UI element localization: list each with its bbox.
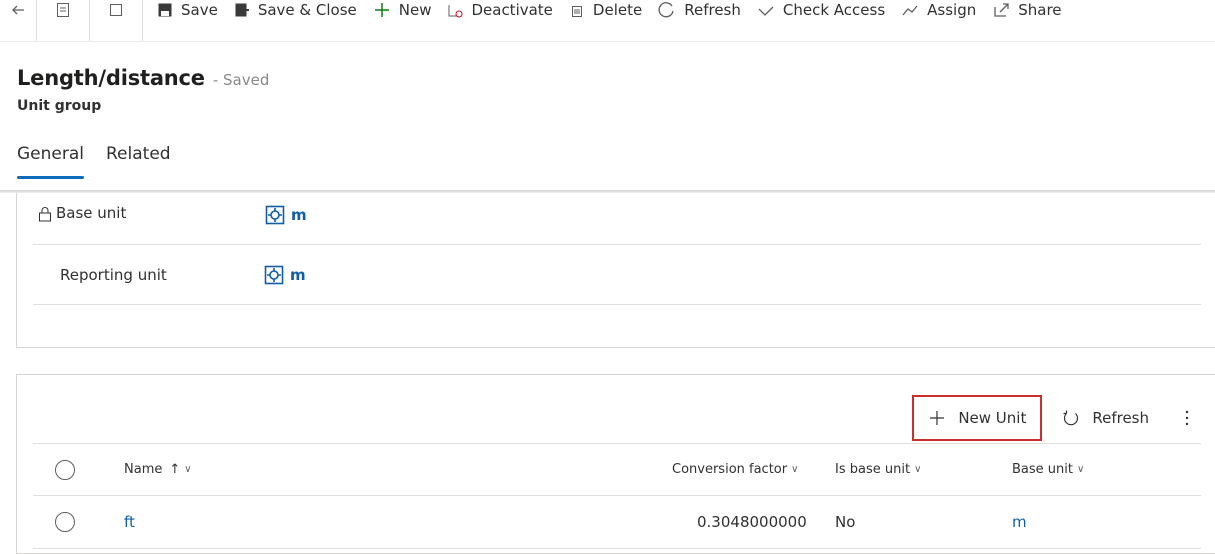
base-unit-header-label: Base unit bbox=[1012, 462, 1073, 477]
back-button[interactable] bbox=[0, 0, 36, 41]
chevron-down-icon: ∨ bbox=[791, 464, 799, 475]
refresh-button[interactable]: Refresh bbox=[650, 0, 749, 31]
reporting-unit-value[interactable]: m bbox=[264, 265, 306, 285]
base-unit-value[interactable]: m bbox=[265, 205, 307, 225]
check-access-label: Check Access bbox=[782, 0, 886, 19]
save-button[interactable]: Save bbox=[149, 0, 226, 31]
save-close-label: Save & Close bbox=[257, 0, 357, 19]
select-all-checkbox[interactable] bbox=[55, 444, 75, 495]
delete-label: Delete bbox=[592, 0, 643, 19]
refresh-label: Refresh bbox=[684, 0, 741, 19]
new-button[interactable]: New bbox=[365, 0, 440, 31]
is-base-unit-header-label: Is base unit bbox=[835, 462, 911, 477]
save-status: - Saved bbox=[212, 71, 270, 89]
share-label: Share bbox=[1018, 0, 1062, 19]
column-header-base-unit[interactable]: Base unit ∨ bbox=[1012, 444, 1084, 495]
conversion-factor-header-label: Conversion factor bbox=[672, 462, 788, 477]
cell-is-base-unit: No bbox=[835, 496, 855, 548]
save-label: Save bbox=[181, 0, 218, 19]
cell-conversion-factor: 0.3048000000 bbox=[697, 496, 807, 548]
assign-button[interactable]: Assign bbox=[893, 0, 984, 31]
save-close-icon bbox=[235, 3, 249, 16]
save-close-button[interactable]: Save & Close bbox=[226, 0, 365, 31]
deactivate-icon bbox=[448, 4, 463, 17]
general-section: Base unit m Reporting unit m bbox=[16, 193, 1215, 348]
tab-general[interactable]: General bbox=[17, 144, 84, 179]
units-subgrid: New Unit Refresh Name ↑ ∨ Conversion fac… bbox=[16, 374, 1215, 554]
cell-base-unit[interactable]: m bbox=[1012, 496, 1027, 548]
subgrid-toolbar: New Unit Refresh bbox=[912, 395, 1197, 441]
chevron-down-icon: ∨ bbox=[1076, 464, 1085, 475]
command-bar: Save Save & Close New Deactivate Delete … bbox=[0, 0, 1215, 42]
share-icon bbox=[994, 2, 1009, 17]
reporting-unit-field: Reporting unit m bbox=[33, 245, 1201, 305]
assign-label: Assign bbox=[927, 0, 977, 19]
plus-icon bbox=[930, 411, 945, 425]
reporting-unit-label-wrap: Reporting unit bbox=[60, 266, 264, 284]
window-icon bbox=[110, 3, 122, 16]
key-icon bbox=[758, 6, 774, 16]
deactivate-label: Deactivate bbox=[471, 0, 553, 19]
new-label: New bbox=[398, 0, 432, 19]
base-unit-link[interactable]: m bbox=[291, 206, 307, 224]
delete-button[interactable]: Delete bbox=[561, 0, 650, 31]
select-all-radio[interactable] bbox=[55, 459, 75, 480]
name-header-label: Name bbox=[124, 462, 163, 477]
record-title: Length/distance bbox=[17, 66, 205, 90]
plus-icon bbox=[374, 2, 389, 17]
back-arrow-icon bbox=[12, 5, 24, 14]
base-unit-field: Base unit m bbox=[33, 193, 1201, 245]
refresh-icon bbox=[1063, 410, 1079, 426]
column-header-is-base-unit[interactable]: Is base unit ∨ bbox=[835, 444, 921, 495]
refresh-icon bbox=[658, 1, 674, 17]
row-select-radio[interactable] bbox=[55, 512, 75, 532]
chevron-down-icon: ∨ bbox=[184, 464, 192, 475]
record-title-row: Length/distance - Saved bbox=[17, 66, 269, 90]
form-icon bbox=[57, 2, 69, 17]
new-unit-label: New Unit bbox=[958, 409, 1027, 427]
form-selector-button[interactable] bbox=[37, 0, 89, 41]
check-access-button[interactable]: Check Access bbox=[749, 0, 893, 31]
is-base-unit-value: No bbox=[835, 513, 856, 531]
divider bbox=[142, 0, 143, 41]
open-in-new-window-button[interactable] bbox=[90, 0, 142, 41]
more-commands-button[interactable] bbox=[1169, 395, 1197, 441]
lock-icon bbox=[39, 206, 51, 221]
share-button[interactable]: Share bbox=[984, 0, 1069, 31]
column-header-name[interactable]: Name ↑ ∨ bbox=[124, 444, 192, 495]
sort-ascending-icon: ↑ bbox=[169, 462, 181, 477]
deactivate-button[interactable]: Deactivate bbox=[439, 0, 560, 31]
entity-name: Unit group bbox=[17, 98, 102, 114]
assign-icon bbox=[902, 5, 918, 15]
new-unit-button[interactable]: New Unit bbox=[912, 395, 1043, 441]
reporting-unit-label: Reporting unit bbox=[60, 265, 167, 284]
cell-name[interactable]: ft bbox=[124, 496, 135, 548]
unit-name-link[interactable]: ft bbox=[124, 513, 135, 531]
column-header-conversion-factor[interactable]: Conversion factor ∨ bbox=[672, 444, 798, 495]
grid-header-row: Name ↑ ∨ Conversion factor ∨ Is base uni… bbox=[33, 443, 1201, 496]
base-unit-label-wrap: Base unit bbox=[38, 204, 264, 222]
reporting-unit-link[interactable]: m bbox=[290, 266, 306, 284]
subgrid-refresh-button[interactable]: Refresh bbox=[1048, 395, 1163, 441]
subgrid-refresh-label: Refresh bbox=[1092, 409, 1149, 427]
trash-icon bbox=[571, 5, 582, 17]
base-unit-link[interactable]: m bbox=[1012, 513, 1027, 531]
table-row[interactable]: ft 0.3048000000 No m bbox=[33, 496, 1201, 549]
form-tabs: General Related bbox=[17, 144, 171, 179]
more-vertical-icon bbox=[1185, 410, 1189, 426]
save-icon bbox=[158, 3, 172, 16]
conversion-factor-value: 0.3048000000 bbox=[697, 513, 807, 531]
base-unit-label: Base unit bbox=[56, 203, 127, 222]
unit-lookup-icon bbox=[264, 265, 284, 284]
tab-related[interactable]: Related bbox=[106, 144, 171, 170]
chevron-down-icon: ∨ bbox=[914, 464, 922, 475]
row-select-checkbox[interactable] bbox=[55, 496, 75, 548]
unit-lookup-icon bbox=[265, 205, 285, 224]
